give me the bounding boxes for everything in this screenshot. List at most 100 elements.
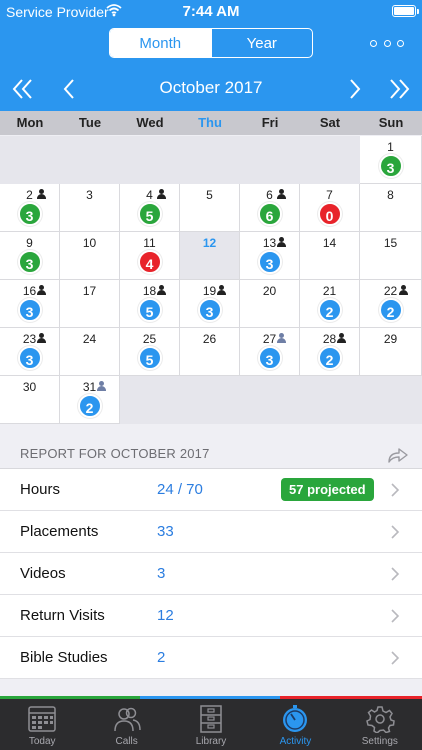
people-icon	[113, 707, 141, 732]
weekday-label: Mon	[16, 115, 44, 130]
calendar-day-24[interactable]: 24	[60, 328, 120, 376]
more-options-icon[interactable]	[370, 38, 404, 48]
chevron-right-icon	[391, 567, 400, 581]
hours-badge: 5	[137, 202, 162, 226]
tab-today[interactable]: Today	[0, 699, 84, 750]
calendar-day-17[interactable]: 17	[60, 280, 120, 328]
weekday-label: Tue	[78, 115, 102, 130]
gear-icon	[365, 706, 395, 733]
hours-badge: 5	[137, 298, 162, 322]
person-icon	[217, 285, 226, 295]
calendar-empty-cell	[0, 136, 60, 184]
tab-activity[interactable]: Activity	[253, 699, 337, 750]
report-row-placements[interactable]: Placements 33	[0, 511, 422, 553]
day-number: 2	[26, 188, 33, 202]
tab-label: Today	[28, 736, 56, 747]
calendar-day-23[interactable]: 23 3	[0, 328, 60, 376]
clock: 7:44 AM	[182, 3, 240, 20]
calendar-day-20[interactable]: 20	[240, 280, 300, 328]
report-row-videos[interactable]: Videos 3	[0, 553, 422, 595]
hours-badge: 5	[137, 346, 162, 370]
calendar-day-11[interactable]: 11 4	[120, 232, 180, 280]
share-icon[interactable]	[386, 446, 410, 464]
day-number: 15	[383, 236, 398, 250]
calendar-day-28[interactable]: 28 2	[300, 328, 360, 376]
hours-badge: 3	[197, 298, 222, 322]
person-icon	[157, 189, 166, 199]
calendar-day-26[interactable]: 26	[180, 328, 240, 376]
hours-badge: 4	[137, 250, 162, 274]
next-month-button[interactable]	[340, 76, 370, 102]
tab-calls[interactable]: Calls	[84, 699, 168, 750]
calendar-day-15[interactable]: 15	[360, 232, 422, 280]
calendar-day-14[interactable]: 14	[300, 232, 360, 280]
chevron-right-icon	[391, 525, 400, 539]
day-number: 3	[86, 188, 93, 202]
weekday-label-today: Thu	[198, 115, 222, 130]
hours-badge: 2	[317, 298, 342, 322]
calendar-day-16[interactable]: 16 3	[0, 280, 60, 328]
calendar-day-22[interactable]: 22 2	[360, 280, 422, 328]
calendar-day-27[interactable]: 27 3	[240, 328, 300, 376]
calendar-day-31[interactable]: 31 2	[60, 376, 120, 424]
calendar-day-7[interactable]: 70	[300, 184, 360, 232]
day-number: 7	[326, 188, 333, 202]
battery-icon	[392, 5, 419, 17]
next-year-button[interactable]	[384, 76, 414, 102]
tab-library[interactable]: Library	[169, 699, 253, 750]
weekday-label: Wed	[136, 115, 164, 130]
tab-label: Activity	[279, 736, 312, 747]
report-row-bible-studies[interactable]: Bible Studies 2	[0, 637, 422, 679]
calendar-day-9[interactable]: 93	[0, 232, 60, 280]
calendar-day-4[interactable]: 45	[120, 184, 180, 232]
tab-label: Settings	[361, 736, 398, 747]
day-number: 14	[322, 236, 337, 250]
weekday-label: Sun	[378, 115, 404, 130]
person-icon	[399, 285, 408, 295]
calendar-day-5[interactable]: 5	[180, 184, 240, 232]
report-list: Hours 24 / 70 57 projected Placements 33…	[0, 468, 422, 679]
day-number: 31	[82, 380, 97, 394]
calendar-empty-cell	[240, 136, 300, 184]
segment-month[interactable]: Month	[110, 29, 211, 57]
person-icon	[277, 189, 286, 199]
calendar-day-18[interactable]: 18 5	[120, 280, 180, 328]
calendar-day-29[interactable]: 29	[360, 328, 422, 376]
tab-settings[interactable]: Settings	[338, 699, 422, 750]
report-row-hours[interactable]: Hours 24 / 70 57 projected	[0, 469, 422, 511]
calendar-day-8[interactable]: 8	[360, 184, 422, 232]
day-number: 23	[22, 332, 37, 346]
calendar-empty-cell	[60, 136, 120, 184]
weekday-label: Fri	[261, 115, 279, 130]
row-label: Videos	[20, 565, 66, 582]
hours-badge: 3	[17, 250, 42, 274]
calendar-day-10[interactable]: 10	[60, 232, 120, 280]
hours-badge: 3	[17, 298, 42, 322]
calendar-day-2[interactable]: 23	[0, 184, 60, 232]
stopwatch-icon	[283, 705, 308, 732]
calendar-day-13[interactable]: 13 3	[240, 232, 300, 280]
report-row-return-visits[interactable]: Return Visits 12	[0, 595, 422, 637]
day-number: 10	[82, 236, 97, 250]
day-number: 1	[387, 140, 394, 154]
hours-badge: 3	[17, 346, 42, 370]
calendar-day-21[interactable]: 21 2	[300, 280, 360, 328]
hours-badge: 0	[317, 202, 342, 226]
chevron-right-icon	[391, 609, 400, 623]
calendar-day-6[interactable]: 66	[240, 184, 300, 232]
calendar-day-25[interactable]: 25 5	[120, 328, 180, 376]
day-number: 20	[262, 284, 277, 298]
calendar-day-12[interactable]: 12	[180, 232, 240, 280]
day-number: 19	[202, 284, 217, 298]
calendar-day-1[interactable]: 13	[360, 136, 422, 184]
calendar-day-30[interactable]: 30	[0, 376, 60, 424]
day-number: 26	[202, 332, 217, 346]
calendar-day-19[interactable]: 19 3	[180, 280, 240, 328]
cabinet-icon	[200, 705, 222, 733]
calendar-day-3[interactable]: 3	[60, 184, 120, 232]
person-icon	[337, 333, 346, 343]
day-number: 17	[82, 284, 97, 298]
double-chevron-right-icon	[390, 79, 410, 99]
row-value: 24 / 70	[157, 481, 203, 498]
segment-year[interactable]: Year	[210, 29, 313, 57]
